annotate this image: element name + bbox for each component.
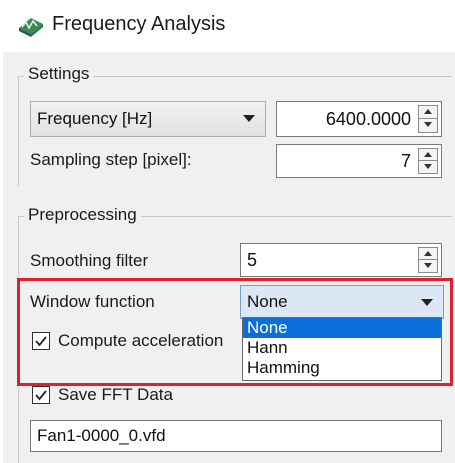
sampling-step-label: Sampling step [pixel]: xyxy=(30,150,192,169)
frequency-spinbox[interactable]: 6400.0000 xyxy=(276,101,442,137)
sampling-step-spinbox[interactable]: 7 xyxy=(276,144,442,178)
chevron-down-icon xyxy=(243,115,255,122)
arrow-up-icon xyxy=(424,251,432,256)
fft-filename-value: Fan1-0000_0.vfd xyxy=(37,426,166,445)
frequency-analysis-app-icon xyxy=(19,18,43,37)
mode-select[interactable]: Frequency [Hz] xyxy=(30,101,266,137)
smoothing-filter-spinbox[interactable]: 5 xyxy=(240,243,442,277)
window-title: Frequency Analysis xyxy=(52,13,226,35)
fft-filename-input[interactable]: Fan1-0000_0.vfd xyxy=(30,420,442,452)
smoothing-filter-label: Smoothing filter xyxy=(30,251,149,270)
sampling-step-value: 7 xyxy=(400,151,411,171)
save-fft-label[interactable]: Save FFT Data xyxy=(58,385,173,405)
stepper-down-button[interactable] xyxy=(419,119,437,132)
highlight-box xyxy=(17,278,453,386)
checkmark-icon xyxy=(35,390,47,401)
settings-group-title: Settings xyxy=(24,64,94,84)
smoothing-filter-stepper[interactable] xyxy=(418,247,438,273)
stepper-down-button[interactable] xyxy=(419,260,437,272)
smoothing-filter-value: 5 xyxy=(247,250,258,270)
stepper-up-button[interactable] xyxy=(419,149,437,161)
sampling-step-stepper[interactable] xyxy=(418,148,438,174)
settings-group-border-left xyxy=(18,76,19,186)
frequency-value: 6400.0000 xyxy=(325,109,411,129)
arrow-down-icon xyxy=(424,122,432,127)
arrow-down-icon xyxy=(424,263,432,268)
arrow-down-icon xyxy=(424,164,432,169)
stepper-up-button[interactable] xyxy=(419,248,437,260)
preprocessing-group-title: Preprocessing xyxy=(24,205,141,225)
arrow-up-icon xyxy=(424,152,432,157)
stepper-down-button[interactable] xyxy=(419,161,437,173)
frequency-stepper[interactable] xyxy=(418,105,438,133)
title-bar: Frequency Analysis xyxy=(0,0,455,52)
save-fft-checkbox[interactable] xyxy=(32,386,50,404)
arrow-up-icon xyxy=(424,109,432,114)
stepper-up-button[interactable] xyxy=(419,106,437,119)
mode-select-value: Frequency [Hz] xyxy=(37,109,153,128)
